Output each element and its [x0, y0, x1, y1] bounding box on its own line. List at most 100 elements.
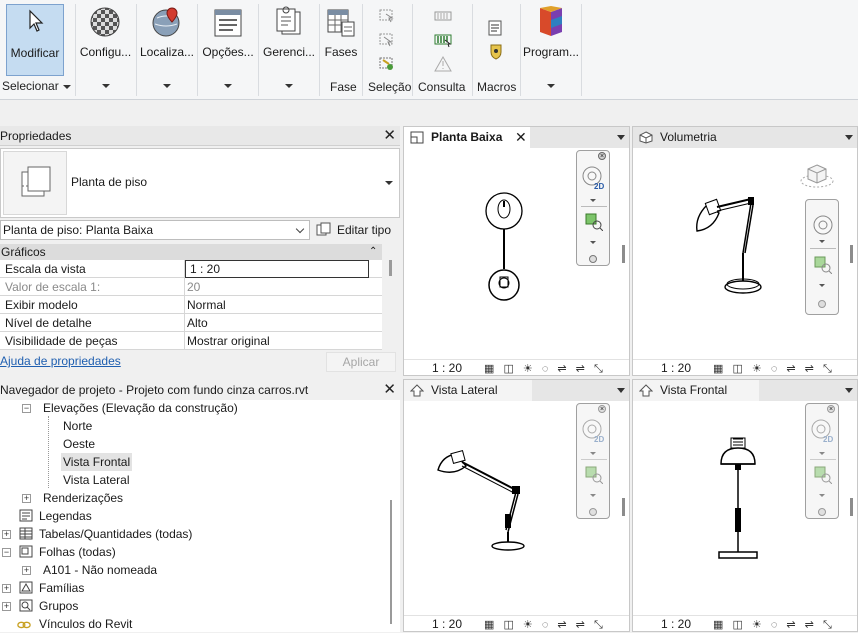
macro-security-icon[interactable] [487, 44, 505, 60]
tree-families[interactable]: Famílias [39, 580, 84, 596]
view-controls-icons[interactable]: ▦ ◫ ☀ ◌ ⇌ ⇌ ⤡ [484, 361, 606, 377]
select-group-dropdown[interactable]: Selecionar [2, 79, 72, 95]
localize-button[interactable]: Localiza... [138, 4, 196, 94]
select-underlay-icon[interactable] [378, 32, 396, 48]
select-by-id-icon[interactable] [434, 32, 452, 48]
prop-row-view-scale[interactable]: Escala da vista 1 : 20 [0, 260, 382, 278]
expand-toggle[interactable]: + [2, 584, 11, 593]
tree-sheets[interactable]: Folhas (todas) [39, 544, 116, 560]
close-icon[interactable]: × [598, 405, 606, 413]
tab-planta-baixa[interactable]: Planta Baixa ✕ [404, 127, 530, 148]
program-button[interactable]: Program... [522, 4, 580, 94]
view-controls-icons[interactable]: ▦ ◫ ☀ ◌ ⇌ ⇌ ⤡ [484, 617, 606, 633]
chevron-down-icon[interactable] [819, 452, 825, 455]
macro-manager-icon[interactable] [487, 20, 505, 36]
edit-type-button[interactable]: Editar tipo [314, 220, 398, 240]
view-controls-icons[interactable]: ▦ ◫ ☀ ◌ ⇌ ⇌ ⤡ [713, 617, 835, 633]
chevron-down-icon[interactable] [819, 494, 825, 497]
view-navigation-bar[interactable]: × 2D [576, 403, 610, 519]
tree-renders[interactable]: Renderizações [43, 490, 123, 506]
tree-legends[interactable]: Legendas [39, 508, 92, 524]
view-navigation-bar[interactable]: × 2D [805, 403, 839, 519]
view-menu-icon[interactable] [617, 388, 625, 393]
close-icon[interactable]: ✕ [383, 380, 396, 400]
apply-button[interactable]: Aplicar [326, 352, 396, 372]
properties-scrollbar[interactable] [389, 260, 392, 276]
view-scale[interactable]: 1 : 20 [432, 360, 462, 376]
view-controls-icons[interactable]: ▦ ◫ ☀ ◌ ⇌ ⇌ ⤡ [713, 361, 835, 377]
prop-row-scale-value[interactable]: Valor de escala 1: 20 [0, 278, 382, 296]
view-scale[interactable]: 1 : 20 [432, 616, 462, 632]
tree-sheet-a101[interactable]: A101 - Não nomeada [43, 562, 157, 578]
graphics-section-header[interactable]: Gráficos ⌃ [0, 244, 382, 260]
view-menu-icon[interactable] [845, 135, 853, 140]
tab-vista-lateral[interactable]: Vista Lateral [404, 380, 532, 401]
full-wheel-icon[interactable] [810, 214, 836, 238]
navbar-options-icon[interactable] [589, 508, 597, 516]
zoom-region-icon[interactable] [585, 466, 603, 484]
tree-oeste[interactable]: Oeste [63, 436, 95, 452]
chevron-down-icon[interactable] [590, 241, 596, 244]
chevron-down-icon[interactable] [819, 240, 825, 243]
browser-scrollbar[interactable] [390, 500, 392, 624]
expand-toggle[interactable]: + [2, 530, 11, 539]
view-menu-icon[interactable] [617, 135, 625, 140]
close-icon[interactable]: × [827, 405, 835, 413]
viewcube-icon[interactable] [799, 161, 835, 191]
close-icon[interactable]: ✕ [383, 126, 396, 146]
prop-row-display-model[interactable]: Exibir modelo Normal [0, 296, 382, 314]
expand-toggle[interactable]: + [2, 602, 11, 611]
collapse-toggle[interactable]: − [22, 404, 31, 413]
view-scrollbar[interactable] [850, 498, 853, 516]
prop-row-parts-visibility[interactable]: Visibilidade de peças Mostrar original [0, 332, 382, 350]
manage-button[interactable]: Gerenci... [260, 4, 318, 94]
tree-vista-frontal[interactable]: Vista Frontal [61, 453, 133, 471]
navbar-options-icon[interactable] [589, 255, 597, 263]
navbar-options-icon[interactable] [818, 300, 826, 308]
expand-toggle[interactable]: + [22, 494, 31, 503]
tree-revit-links[interactable]: Vínculos do Revit [39, 616, 132, 632]
view-3d[interactable]: Volumetria 1 : 20 ▦ ◫ ☀ ◌ ⇌ ⇌ ⤡ [632, 126, 858, 376]
view-floor-plan[interactable]: Planta Baixa ✕ × 2D 1 : 20 ▦ ◫ ☀ ◌ ⇌ ⇌ ⤡ [403, 126, 630, 376]
collapse-toggle[interactable]: − [2, 548, 11, 557]
chevron-down-icon[interactable] [590, 452, 596, 455]
configure-button[interactable]: Configu... [77, 4, 134, 94]
view-navigation-bar[interactable] [805, 199, 839, 315]
properties-help-link[interactable]: Ajuda de propriedades [0, 354, 121, 368]
tab-volumetria[interactable]: Volumetria [633, 127, 857, 148]
chevron-down-icon[interactable] [590, 494, 596, 497]
view-side-elevation[interactable]: Vista Lateral × 2D 1 : 20 ▦ ◫ ☀ ◌ ⇌ ⇌ ⤡ [403, 379, 630, 632]
chevron-down-icon[interactable] [590, 199, 596, 202]
modify-button[interactable]: Modificar [6, 4, 64, 76]
chevron-down-icon[interactable] [819, 284, 825, 287]
view-scrollbar[interactable] [850, 245, 853, 263]
tree-schedules[interactable]: Tabelas/Quantidades (todas) [39, 526, 192, 542]
tree-norte[interactable]: Norte [63, 418, 92, 434]
view-navigation-bar[interactable]: × 2D [576, 150, 610, 266]
view-menu-icon[interactable] [845, 388, 853, 393]
warnings-icon[interactable] [434, 56, 452, 72]
view-scale[interactable]: 1 : 20 [661, 360, 691, 376]
select-link-icon[interactable] [378, 8, 396, 24]
options-button[interactable]: Opções... [199, 4, 257, 94]
tree-vista-lateral[interactable]: Vista Lateral [63, 472, 130, 488]
zoom-region-icon[interactable] [814, 466, 832, 484]
tree-groups[interactable]: Grupos [39, 598, 78, 614]
zoom-region-icon[interactable] [814, 256, 832, 274]
view-scrollbar[interactable] [622, 498, 625, 516]
ids-icon[interactable] [434, 8, 452, 24]
instance-selector[interactable]: Planta de piso: Planta Baixa [0, 220, 310, 240]
tab-vista-frontal[interactable]: Vista Frontal [633, 380, 759, 401]
view-scrollbar[interactable] [622, 245, 625, 263]
select-pinned-icon[interactable] [378, 56, 396, 72]
close-icon[interactable]: × [598, 152, 606, 160]
expand-toggle[interactable]: + [22, 566, 31, 575]
zoom-region-icon[interactable] [585, 213, 603, 231]
view-front-elevation[interactable]: Vista Frontal × 2D 1 : 20 ▦ ◫ ☀ ◌ ⇌ ⇌ ⤡ [632, 379, 858, 632]
type-selector[interactable]: Planta de piso [0, 148, 400, 218]
prop-row-detail-level[interactable]: Nível de detalhe Alto [0, 314, 382, 332]
close-icon[interactable]: ✕ [515, 127, 527, 148]
navbar-options-icon[interactable] [818, 508, 826, 516]
view-scale[interactable]: 1 : 20 [661, 616, 691, 632]
tree-elevations[interactable]: Elevações (Elevação da construção) [43, 400, 238, 416]
